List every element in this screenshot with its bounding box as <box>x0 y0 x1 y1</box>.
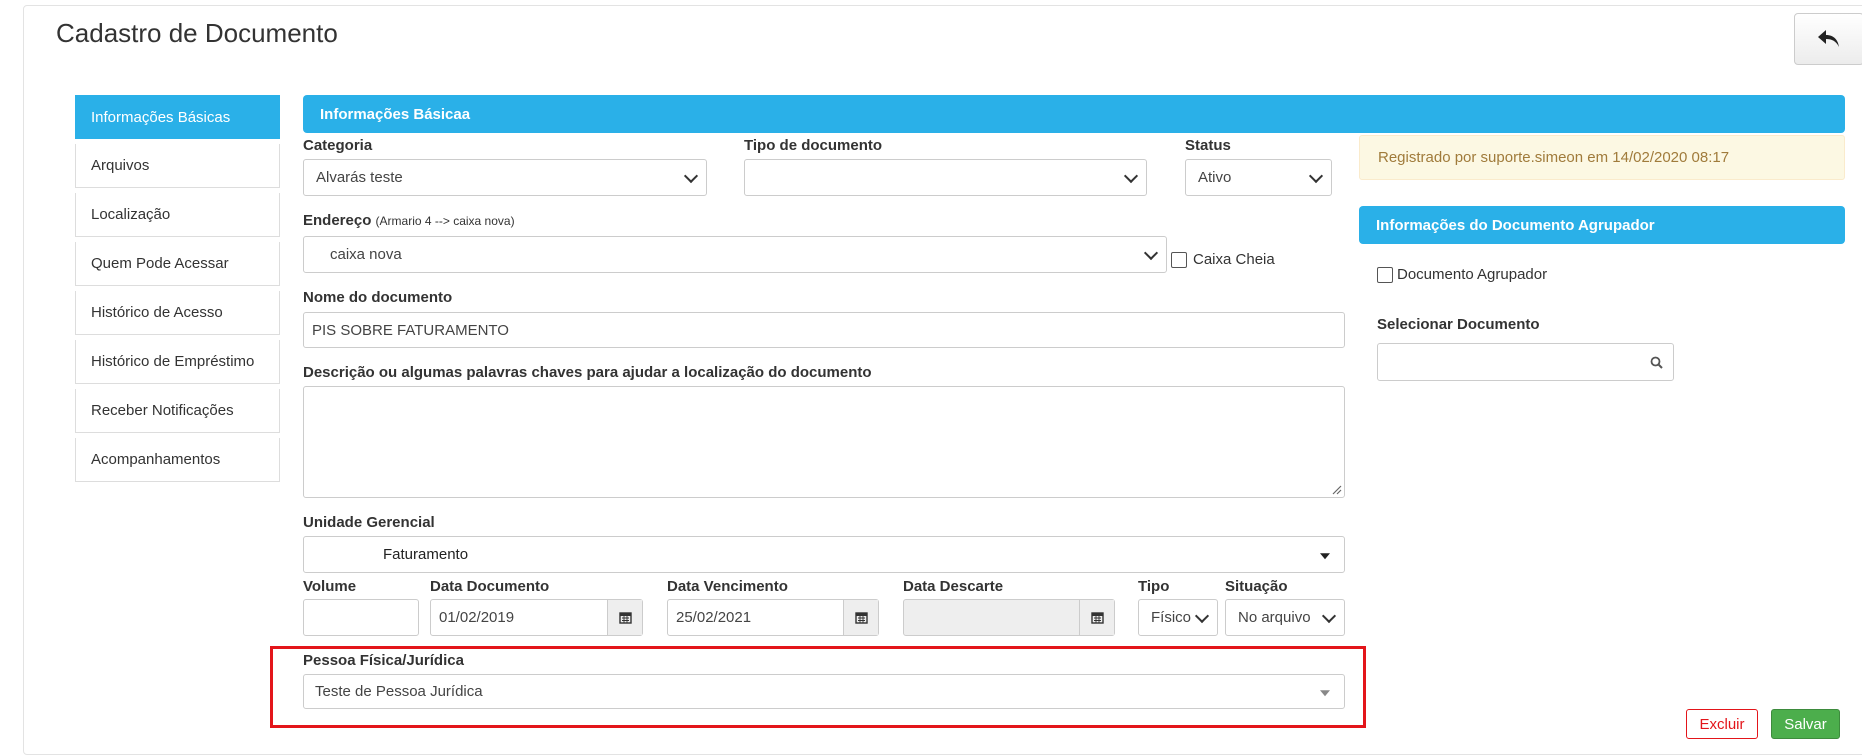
categoria-value: Alvarás teste <box>316 169 403 186</box>
chevron-down-icon <box>1143 245 1159 260</box>
documento-agrupador-label: Documento Agrupador <box>1397 266 1548 283</box>
calendar-icon <box>1079 600 1114 635</box>
data-documento-value: 01/02/2019 <box>439 609 515 626</box>
endereco-hint: (Armario 4 --> caixa nova) <box>375 214 515 228</box>
data-descarte-input <box>903 599 1115 636</box>
volume-input[interactable] <box>303 599 419 636</box>
categoria-label: Categoria <box>303 137 373 154</box>
selecionar-documento-input[interactable] <box>1377 343 1674 381</box>
tipo-documento-select[interactable] <box>744 159 1147 196</box>
section-header-documento-agrupador: Informações do Documento Agrupador <box>1359 206 1845 244</box>
sidebar-item-acompanhamentos[interactable]: Acompanhamentos <box>75 438 280 482</box>
chevron-down-icon <box>1308 168 1324 183</box>
situacao-label: Situação <box>1225 578 1288 595</box>
volume-label: Volume <box>303 578 357 595</box>
data-descarte-label: Data Descarte <box>903 578 1004 595</box>
data-documento-label: Data Documento <box>430 578 550 595</box>
back-arrow-icon <box>1818 30 1839 47</box>
caixa-cheia-option[interactable]: Caixa Cheia <box>1171 251 1275 268</box>
nome-label: Nome do documento <box>303 289 453 306</box>
situacao-value: No arquivo <box>1238 609 1311 626</box>
situacao-select[interactable]: No arquivo <box>1225 599 1345 636</box>
sidebar-item-historico-emprestimo[interactable]: Histórico de Empréstimo <box>75 340 280 384</box>
chevron-down-icon <box>1194 608 1210 623</box>
page-title: Cadastro de Documento <box>56 18 338 48</box>
tipo-select[interactable]: Físico <box>1138 599 1218 636</box>
sidebar-item-localizacao[interactable]: Localização <box>75 193 280 237</box>
unidade-label: Unidade Gerencial <box>303 514 435 531</box>
calendar-icon[interactable] <box>843 600 878 635</box>
status-label: Status <box>1185 137 1231 154</box>
pessoa-select[interactable]: Teste de Pessoa Jurídica <box>303 674 1345 709</box>
sidebar-nav: Informações Básicas Arquivos Localização… <box>75 95 280 487</box>
caret-down-icon <box>1320 552 1330 559</box>
caixa-cheia-label: Caixa Cheia <box>1193 251 1275 268</box>
sidebar-item-arquivos[interactable]: Arquivos <box>75 144 280 188</box>
descricao-textarea[interactable] <box>303 386 1345 498</box>
search-icon[interactable] <box>1650 356 1663 369</box>
caret-down-icon <box>1320 689 1330 696</box>
descricao-label: Descrição ou algumas palavras chaves par… <box>303 364 872 381</box>
sidebar-item-receber-notificacoes[interactable]: Receber Notificações <box>75 389 280 433</box>
registro-alert: Registrado por suporte.simeon em 14/02/2… <box>1359 135 1845 180</box>
tipo-value: Físico <box>1151 609 1191 626</box>
calendar-icon[interactable] <box>607 600 642 635</box>
pessoa-value: Teste de Pessoa Jurídica <box>315 683 483 700</box>
chevron-down-icon <box>683 168 699 183</box>
data-vencimento-input[interactable]: 25/02/2021 <box>667 599 879 636</box>
documento-agrupador-option[interactable]: Documento Agrupador <box>1377 266 1547 283</box>
sidebar-item-informacoes-basicas[interactable]: Informações Básicas <box>75 95 280 139</box>
nome-input[interactable]: PIS SOBRE FATURAMENTO <box>303 312 1345 348</box>
excluir-button[interactable]: Excluir <box>1686 709 1758 739</box>
data-vencimento-label: Data Vencimento <box>667 578 788 595</box>
unidade-select[interactable]: Faturamento <box>303 536 1345 573</box>
chevron-down-icon <box>1321 608 1337 623</box>
selecionar-documento-label: Selecionar Documento <box>1377 316 1540 333</box>
status-select[interactable]: Ativo <box>1185 159 1332 196</box>
data-vencimento-value: 25/02/2021 <box>676 609 752 626</box>
sidebar-item-quem-pode-acessar[interactable]: Quem Pode Acessar <box>75 242 280 286</box>
section-header-informacoes-basicas: Informações Básicaa <box>303 95 1845 133</box>
endereco-select[interactable]: caixa nova <box>303 236 1167 273</box>
chevron-down-icon <box>1123 168 1139 183</box>
categoria-select[interactable]: Alvarás teste <box>303 159 707 196</box>
endereco-label-text: Endereço <box>303 212 372 229</box>
resize-handle-icon[interactable] <box>1332 485 1342 495</box>
endereco-label: Endereço (Armario 4 --> caixa nova) <box>303 212 515 229</box>
endereco-value: caixa nova <box>330 246 402 263</box>
pessoa-label: Pessoa Física/Jurídica <box>303 652 464 669</box>
status-value: Ativo <box>1198 169 1232 186</box>
back-button[interactable] <box>1794 13 1862 65</box>
tipo-label: Tipo <box>1138 578 1170 595</box>
unidade-value: Faturamento <box>383 546 469 563</box>
nome-value: PIS SOBRE FATURAMENTO <box>312 321 509 339</box>
data-documento-input[interactable]: 01/02/2019 <box>430 599 643 636</box>
sidebar-item-historico-acesso[interactable]: Histórico de Acesso <box>75 291 280 335</box>
caixa-cheia-checkbox[interactable] <box>1171 251 1187 268</box>
documento-agrupador-checkbox[interactable] <box>1377 266 1393 283</box>
salvar-button[interactable]: Salvar <box>1771 709 1840 739</box>
tipo-documento-label: Tipo de documento <box>744 137 883 154</box>
